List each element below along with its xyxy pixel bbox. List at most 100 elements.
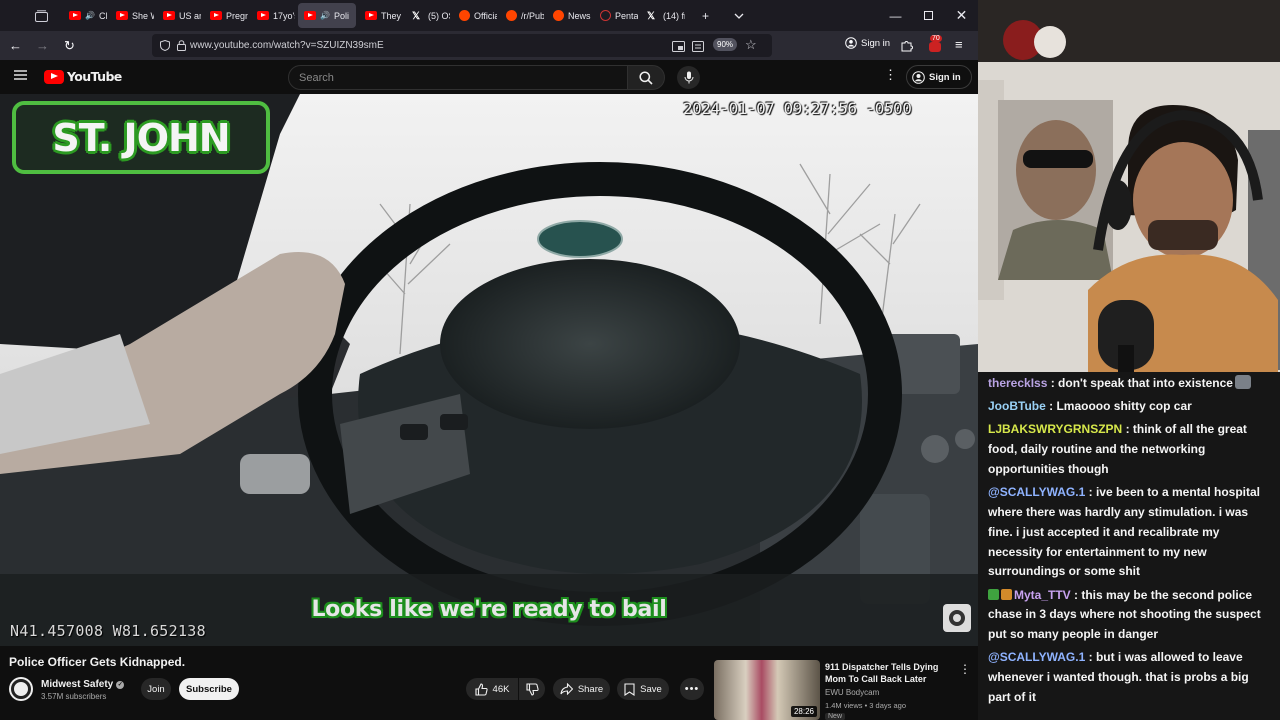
tab-bar: 🔊CHILLShe WUS anPregn17yo's🔊Poli✕They s𝕏… [0, 0, 978, 31]
channel-name[interactable]: Midwest Safety ✓ [41, 679, 125, 690]
pentagon-icon [600, 10, 611, 21]
browser-window: 🔊CHILLShe WUS anPregn17yo's🔊Poli✕They s𝕏… [0, 0, 978, 720]
x-icon: 𝕏 [647, 11, 656, 22]
tab-label: Poli [333, 10, 349, 21]
voice-search-button[interactable] [677, 66, 700, 89]
save-label: Save [640, 683, 662, 695]
gps-coordinates: N41.457008 W81.652138 [10, 622, 206, 640]
browser-tab[interactable]: 🔊Poli✕ [298, 3, 356, 28]
recommended-video[interactable]: 28:26 911 Dispatcher Tells Dying Mom To … [714, 660, 974, 720]
tab-label: US an [179, 10, 201, 21]
search-button[interactable] [627, 65, 665, 90]
more-actions-button[interactable]: ••• [680, 678, 704, 700]
bookmark-star-icon[interactable]: ☆ [745, 37, 757, 53]
reader-view-icon[interactable] [692, 39, 704, 57]
subscribe-button[interactable]: Subscribe [179, 678, 239, 700]
youtube-signin-label: Sign in [929, 71, 961, 83]
like-button[interactable]: 46K [466, 678, 518, 700]
video-player[interactable]: ST. JOHN 2024-01-07 09:27:56 -0500 Looks… [0, 94, 978, 646]
chat-username[interactable]: LJBAKSWRYGRNSZPN [988, 422, 1122, 436]
youtube-icon [304, 11, 316, 20]
extension-icon[interactable]: 70 [928, 35, 942, 52]
reload-button[interactable]: ↻ [57, 33, 82, 58]
url-bar[interactable]: www.youtube.com/watch?v=SZUIZN39smE 90% … [152, 34, 772, 57]
search-box[interactable] [288, 65, 628, 90]
browser-tab[interactable]: /r/Pub [500, 3, 544, 28]
browser-tab[interactable]: 𝕏 (14) fr [641, 3, 685, 28]
tab-overview-icon[interactable] [27, 0, 55, 31]
youtube-header: YouTube ⋮ Sign in [0, 60, 978, 94]
account-signin-button[interactable]: Sign in [845, 37, 890, 49]
join-button[interactable]: Join [141, 678, 171, 700]
zoom-level[interactable]: 90% [713, 38, 738, 51]
browser-tab[interactable]: US an [157, 3, 201, 28]
chat-message: LJBAKSWRYGRNSZPN : think of all the grea… [988, 420, 1270, 479]
extensions-puzzle-icon[interactable] [901, 39, 913, 57]
share-button[interactable]: Share [553, 678, 610, 700]
youtube-icon [365, 11, 377, 20]
forward-button[interactable]: → [30, 33, 55, 58]
browser-tab[interactable]: 17yo's [251, 3, 295, 28]
like-count: 46K [492, 683, 510, 695]
close-window-button[interactable]: ✕ [945, 0, 978, 31]
back-button[interactable]: ← [3, 33, 28, 58]
chat-username[interactable]: @SCALLYWAG.1 [988, 650, 1085, 664]
channel-avatar[interactable] [9, 677, 33, 701]
navigation-bar: ← → ↻ www.youtube.com/watch?v=SZUIZN39sm… [0, 31, 978, 60]
dashcam-scene [0, 94, 978, 646]
maximize-button[interactable] [912, 0, 945, 31]
picture-in-picture-icon[interactable] [672, 39, 685, 57]
guide-menu-icon[interactable] [14, 68, 27, 86]
thumbs-down-icon [525, 682, 539, 696]
shield-icon[interactable] [160, 40, 170, 51]
tab-list-chevron-icon[interactable] [722, 0, 755, 31]
tab-label: She W [132, 10, 154, 21]
settings-more-icon[interactable]: ⋮ [884, 68, 897, 81]
recommended-channel[interactable]: EWU Bodycam [825, 688, 879, 697]
chat-username[interactable]: Myta_TTV [1014, 588, 1071, 602]
recommended-more-icon[interactable]: ⋮ [959, 662, 971, 676]
account-icon [845, 37, 857, 49]
tab-label: (14) fr [663, 10, 685, 21]
lock-icon[interactable] [177, 40, 186, 51]
dislike-button[interactable] [519, 678, 545, 700]
chat-message: JooBTube : Lmaoooo shitty cop car [988, 397, 1270, 417]
browser-tab[interactable]: Penta [594, 3, 638, 28]
tab-label: /r/Pub [521, 10, 544, 21]
chat-username[interactable]: thereckIss [988, 376, 1047, 390]
browser-tab[interactable]: News [547, 3, 591, 28]
recommended-title[interactable]: 911 Dispatcher Tells Dying Mom To Call B… [825, 661, 955, 685]
speaker-icon[interactable]: 🔊 [320, 11, 330, 20]
chat-username[interactable]: @SCALLYWAG.1 [988, 485, 1085, 499]
stream-panel: thereckIss : don't speak that into exist… [978, 0, 1280, 720]
browser-tab[interactable]: Pregn [204, 3, 248, 28]
more-horizontal-icon: ••• [684, 683, 700, 695]
new-badge: New [825, 713, 846, 720]
browser-tab[interactable]: 🔊CHILL [63, 3, 107, 28]
share-label: Share [577, 683, 604, 695]
search-icon [639, 70, 653, 85]
url-text[interactable]: www.youtube.com/watch?v=SZUIZN39smE [190, 40, 384, 51]
youtube-signin-button[interactable]: Sign in [906, 65, 972, 89]
thumbs-up-icon [474, 682, 488, 696]
menu-hamburger-icon[interactable]: ≡ [955, 37, 963, 52]
recommended-thumbnail[interactable]: 28:26 [714, 660, 820, 720]
save-button[interactable]: Save [617, 678, 669, 700]
user-circle-icon [912, 70, 925, 84]
youtube-icon [163, 11, 175, 20]
subscriber-badge-icon [1001, 588, 1012, 600]
chat-username[interactable]: JooBTube [988, 399, 1046, 413]
youtube-logo[interactable]: YouTube [44, 69, 122, 84]
new-tab-button[interactable]: + [689, 0, 722, 31]
tab-label: Officia [474, 10, 497, 21]
browser-tab[interactable]: 𝕏 (5) OS [406, 3, 450, 28]
browser-tab[interactable]: Officia [453, 3, 497, 28]
channel-watermark-icon[interactable] [943, 604, 971, 632]
youtube-icon [116, 11, 128, 20]
browser-tab[interactable]: They s [359, 3, 403, 28]
browser-tab[interactable]: She W [110, 3, 154, 28]
search-input[interactable] [289, 66, 627, 89]
speaker-icon[interactable]: 🔊 [85, 11, 95, 20]
account-signin-label: Sign in [861, 37, 891, 49]
minimize-button[interactable]: — [879, 0, 912, 31]
